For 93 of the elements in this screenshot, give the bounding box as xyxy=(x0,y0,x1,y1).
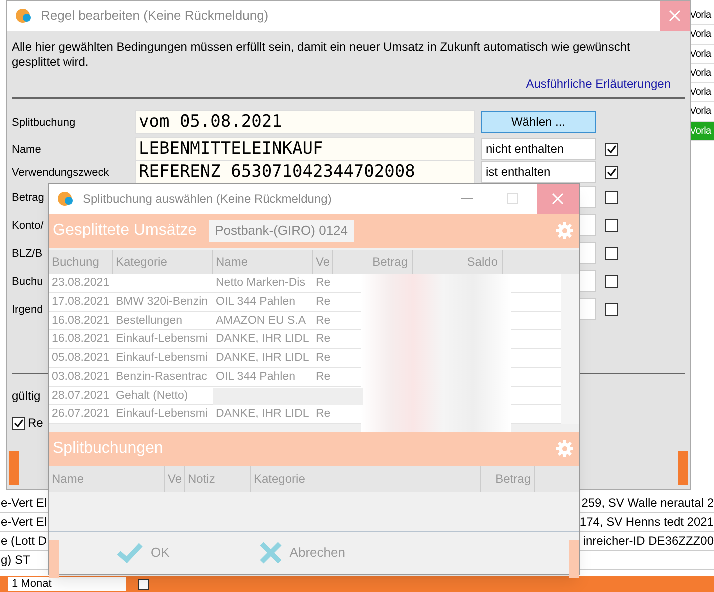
field-label: Konto/ xyxy=(12,220,44,232)
table-cell-text: BMW 320i-Benzin xyxy=(115,294,210,310)
field-label: Irgend xyxy=(12,304,44,316)
explanation-link[interactable]: Ausführliche Erläuterungen xyxy=(526,75,671,93)
checkbox[interactable] xyxy=(605,142,618,156)
checkbox[interactable] xyxy=(12,416,25,430)
field-label: Splitbuchung xyxy=(12,116,76,129)
table-cell-text: e (Lott D xyxy=(0,533,48,550)
table-cell-text: Einkauf-Lebensmi xyxy=(115,332,210,348)
table-cell-text: Bestellungen xyxy=(115,314,184,328)
table-cell-text: e-Vert El xyxy=(0,514,48,531)
field-label: Name xyxy=(12,144,42,156)
app-logo-icon xyxy=(57,191,75,207)
side-bar xyxy=(569,540,579,578)
cross-icon xyxy=(260,542,282,564)
checkbox[interactable] xyxy=(605,190,618,204)
checkbox[interactable] xyxy=(605,246,618,260)
table-cell[interactable]: Vorla xyxy=(690,122,714,142)
text-field[interactable]: REFERENZ 653071042344702008 xyxy=(135,160,475,184)
table-cell-text: 16.08.2021 xyxy=(51,314,111,328)
table-cell[interactable]: Vorla xyxy=(690,44,714,64)
table-cell-text: OIL 344 Pahlen xyxy=(215,294,296,310)
choose-button[interactable]: Wählen ... xyxy=(481,111,596,133)
close-icon xyxy=(552,193,564,205)
table-cell-text: Re xyxy=(315,407,332,422)
field-label: Buchu xyxy=(12,276,44,288)
table-cell-text: Einkauf-Lebensmi xyxy=(115,407,210,422)
table-cell-text: Netto Marken-Dis xyxy=(215,276,306,291)
app-logo-icon xyxy=(15,8,33,24)
column-header[interactable]: Betrag xyxy=(481,466,535,492)
column-header[interactable]: Notiz xyxy=(185,466,251,492)
checkmark-icon xyxy=(14,418,24,428)
checkbox[interactable] xyxy=(605,218,618,232)
scrollbar[interactable] xyxy=(561,274,579,424)
table-cell-text: inreicher-ID DE36ZZZ00 xyxy=(583,533,714,550)
window-title: Splitbuchung auswählen (Keine Rückmeldung) xyxy=(83,191,332,208)
checkbox-label: Re xyxy=(28,415,44,432)
table-cell-text: 05.08.2021 xyxy=(51,351,111,366)
field-label: Verwendungszweck xyxy=(12,166,110,179)
column-header[interactable]: Name xyxy=(49,466,165,492)
table-cell-text: 03.08.2021 xyxy=(51,370,111,385)
side-bar xyxy=(678,451,688,485)
column-header[interactable]: Ve xyxy=(165,466,185,492)
table-cell-text: g) ST xyxy=(0,552,30,569)
table-cell-text: Benzin-Rasentrac xyxy=(115,370,208,385)
table-cell-text: 16.08.2021 xyxy=(51,332,111,348)
table-cell-text: 23.08.2021 xyxy=(51,276,111,291)
table-cell-text: 28.07.2021 xyxy=(51,388,111,404)
checkbox[interactable] xyxy=(605,166,618,178)
table-cell-text: Einkauf-Lebensmi xyxy=(115,351,210,366)
table-cell-text: 174, SV Henns tedt 2021 xyxy=(580,514,714,531)
table-cell-text: 26.07.2021 xyxy=(51,407,111,422)
column-header[interactable]: Kategorie xyxy=(251,466,481,492)
section-title: Gesplittete Umsätze xyxy=(53,221,198,241)
table-cell-text: AMAZON EU S.A xyxy=(215,314,308,328)
cancel-button[interactable]: Abrechen xyxy=(260,542,346,564)
table-cell-text: DANKE, IHR LIDL xyxy=(215,407,310,422)
table-cell-text: OIL 344 Pahlen xyxy=(215,370,296,385)
checkbox[interactable] xyxy=(138,578,149,590)
validity-label: gültig xyxy=(12,388,41,405)
period-dropdown[interactable]: 1 Monat xyxy=(8,577,126,591)
table-cell-text: Re xyxy=(315,276,332,291)
side-bar xyxy=(9,451,19,485)
table-cell-text: Re xyxy=(315,332,332,348)
table-cell-text: Re xyxy=(315,294,332,310)
table-cell-text: 259, SV Walle nerautal 2 xyxy=(582,495,714,512)
checkbox[interactable] xyxy=(605,302,618,316)
account-dropdown[interactable]: Postbank-(GIRO) 0124 xyxy=(209,220,354,242)
table-cell-text: Gehalt (Netto) xyxy=(115,388,190,404)
table-cell-text: DANKE, IHR LIDL xyxy=(215,351,310,366)
field-label: BLZ/B xyxy=(12,248,43,260)
checkmark-icon xyxy=(117,543,143,563)
text-field[interactable]: LEBENMITTELEINKAUF xyxy=(135,137,475,161)
table-cell-text: Re xyxy=(315,351,332,366)
field-label: Betrag xyxy=(12,192,44,204)
minimize-icon[interactable] xyxy=(461,198,473,200)
ok-button[interactable]: OK xyxy=(117,543,170,563)
checkbox[interactable] xyxy=(605,274,618,288)
table-cell-text: DANKE, IHR LIDL xyxy=(215,332,310,348)
table-cell-text: e-Vert El xyxy=(0,495,48,512)
close-icon xyxy=(669,10,681,22)
operator-dropdown[interactable]: ist enthalten xyxy=(481,161,596,183)
table-cell-text: Re xyxy=(315,370,332,385)
checkmark-icon xyxy=(606,144,616,154)
table-cell-text: Re xyxy=(315,314,332,328)
checkmark-icon xyxy=(606,168,616,176)
section-title: Splitbuchungen xyxy=(53,439,164,459)
side-bar xyxy=(49,540,59,578)
operator-dropdown[interactable]: nicht enthalten xyxy=(481,138,596,160)
window-title: Regel bearbeiten (Keine Rückmeldung) xyxy=(41,7,269,26)
table-cell-text: 17.08.2021 xyxy=(51,294,111,310)
text-field[interactable]: vom 05.08.2021 xyxy=(135,110,475,134)
intro-text: Alle hier gewählten Bedingungen müssen erfüllt sein, damit ein neuer Umsatz in Zukunft automatisch wie gewünscht gesplittet wird. xyxy=(12,40,632,70)
